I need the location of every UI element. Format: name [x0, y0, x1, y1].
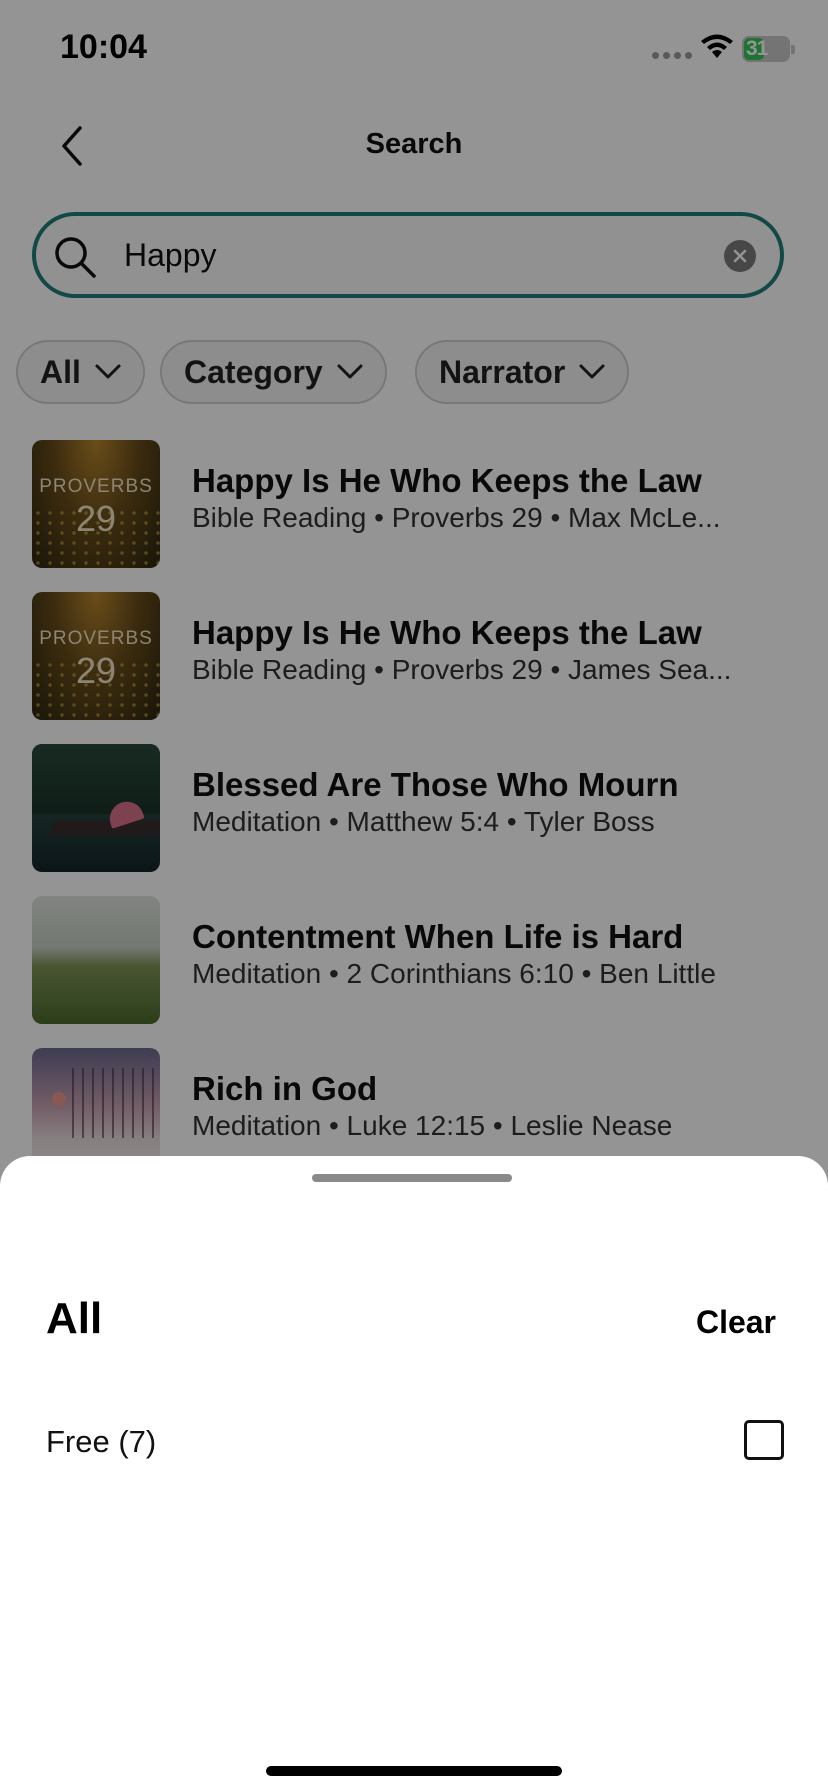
option-label: Free (7) [46, 1424, 157, 1459]
clear-button[interactable]: Clear [696, 1304, 776, 1341]
sheet-title: All [46, 1294, 103, 1343]
home-indicator [266, 1766, 562, 1776]
filter-option-free[interactable]: Free (7) [0, 1406, 828, 1482]
option-checkbox[interactable] [744, 1420, 784, 1460]
search-screen: 10:04 31 Search All [0, 0, 828, 1792]
sheet-grabber[interactable] [312, 1174, 512, 1182]
filter-bottom-sheet: All Clear Free (7) [0, 1156, 828, 1792]
